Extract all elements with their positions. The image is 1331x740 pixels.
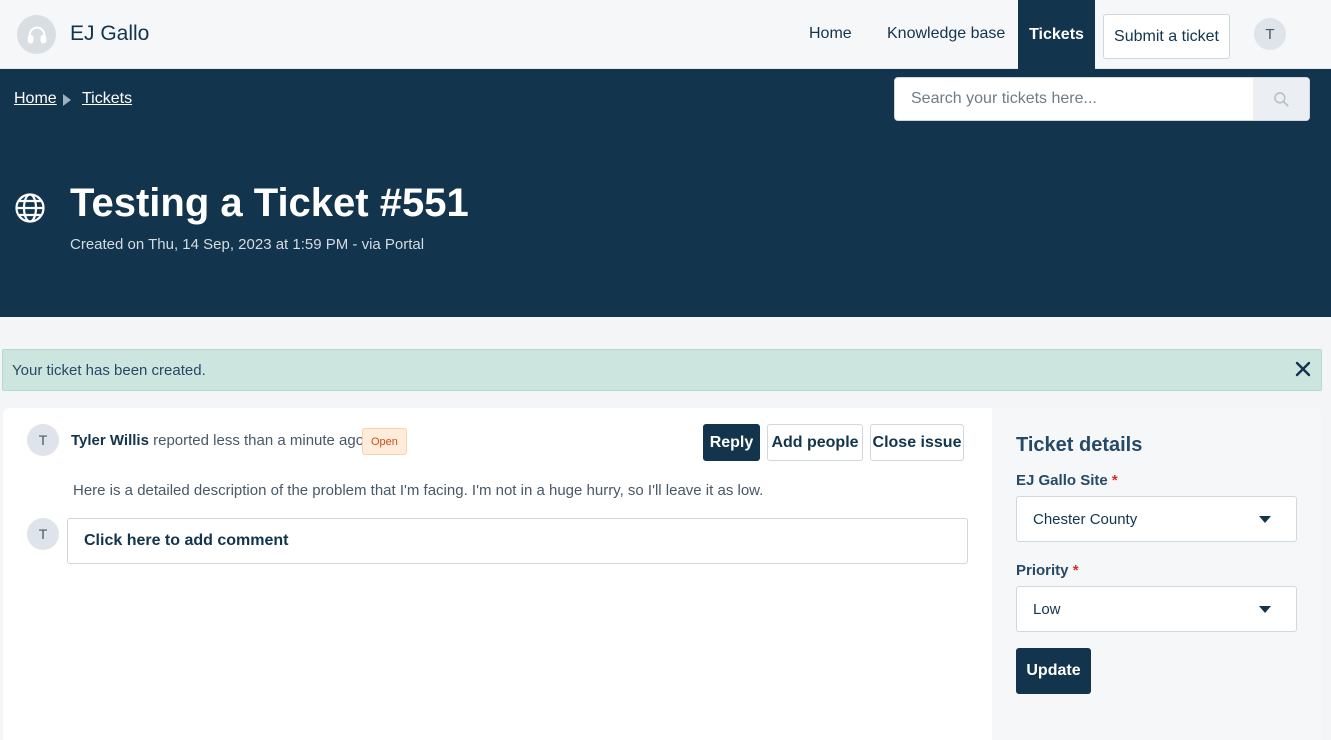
commenter-avatar: T: [27, 518, 59, 550]
required-mark: *: [1111, 472, 1118, 489]
ticket-description: Here is a detailed description of the pr…: [73, 482, 764, 499]
ticket-details-title: Ticket details: [1016, 434, 1143, 456]
priority-select-value: Low: [1033, 600, 1061, 618]
ticket-conversation: T Tyler Willis reported less than a minu…: [3, 408, 992, 740]
caret-right-icon: [63, 94, 71, 106]
breadcrumb-home[interactable]: Home: [14, 90, 57, 108]
user-avatar[interactable]: T: [1254, 18, 1286, 50]
page-title: Testing a Ticket #551: [70, 181, 469, 225]
top-header: EJ Gallo Home Knowledge base Tickets Sub…: [0, 0, 1331, 69]
add-people-button[interactable]: Add people: [767, 424, 863, 461]
success-alert: Your ticket has been created.: [2, 349, 1322, 391]
globe-icon: [15, 193, 45, 223]
add-comment-field[interactable]: Click here to add comment: [67, 518, 968, 564]
search-input[interactable]: [895, 78, 1254, 120]
status-badge: Open: [362, 428, 407, 455]
priority-label-text: Priority: [1016, 562, 1069, 579]
site-select[interactable]: Chester County: [1016, 496, 1297, 542]
ticket-created-meta: Created on Thu, 14 Sep, 2023 at 1:59 PM …: [70, 236, 425, 253]
priority-label: Priority *: [1016, 562, 1079, 579]
brand-name[interactable]: EJ Gallo: [70, 22, 149, 46]
reply-button[interactable]: Reply: [703, 424, 760, 461]
close-issue-button[interactable]: Close issue: [870, 424, 964, 461]
submit-ticket-button[interactable]: Submit a ticket: [1103, 14, 1230, 59]
search-button[interactable]: [1253, 78, 1309, 120]
alert-message: Your ticket has been created.: [12, 362, 206, 379]
reporter-name[interactable]: Tyler Willis: [71, 432, 149, 449]
ticket-hero: Home Tickets Testing a Ticket #551 Creat…: [0, 69, 1331, 317]
required-mark: *: [1072, 562, 1079, 579]
ticket-details-panel: Ticket details EJ Gallo Site * Chester C…: [992, 408, 1321, 740]
reported-time: reported less than a minute ago: [148, 432, 365, 449]
site-label: EJ Gallo Site *: [1016, 472, 1118, 489]
ticket-search: [894, 77, 1310, 121]
reporter-avatar: T: [27, 424, 59, 456]
caret-down-icon: [1259, 606, 1271, 613]
reporter-line: Tyler Willis reported less than a minute…: [71, 432, 364, 449]
close-icon[interactable]: [1294, 360, 1312, 378]
nav-tickets[interactable]: Tickets: [1018, 0, 1095, 69]
search-icon: [1274, 92, 1289, 107]
breadcrumb-tickets[interactable]: Tickets: [82, 90, 132, 108]
site-label-text: EJ Gallo Site: [1016, 472, 1108, 489]
caret-down-icon: [1259, 516, 1271, 523]
site-select-value: Chester County: [1033, 510, 1138, 528]
priority-select[interactable]: Low: [1016, 586, 1297, 632]
nav-knowledge-base[interactable]: Knowledge base: [887, 25, 1005, 43]
headset-icon[interactable]: [17, 15, 56, 54]
update-button[interactable]: Update: [1016, 648, 1091, 694]
nav-home[interactable]: Home: [809, 25, 852, 43]
